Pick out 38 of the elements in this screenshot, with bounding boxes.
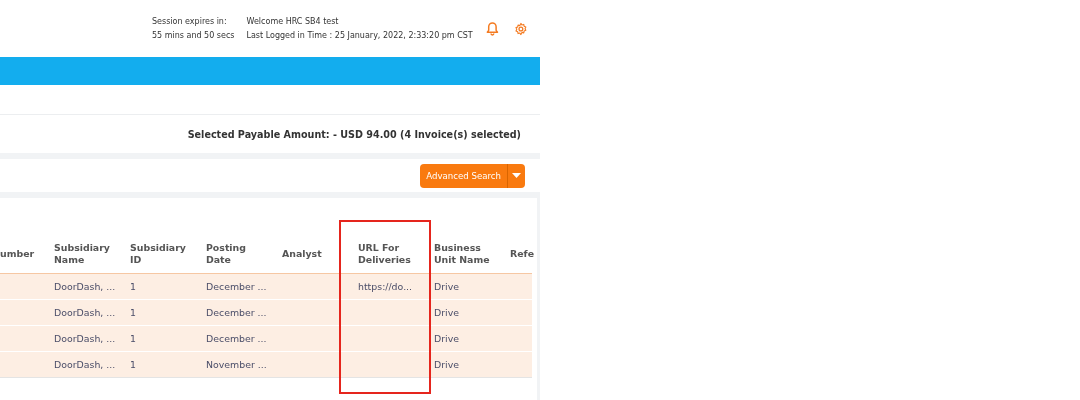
caret-icon <box>512 173 521 178</box>
business-unit-cell: Drive <box>434 307 459 318</box>
table-row[interactable]: DoorDash, ... 1 December ... Drive <box>0 326 532 352</box>
session-timer: 55 mins and 50 secs <box>152 31 235 40</box>
subsidiary-id-cell: 1 <box>130 333 136 344</box>
column-header[interactable]: Subsidiary ID <box>130 242 190 266</box>
column-header[interactable]: umber <box>0 248 50 260</box>
posting-date-cell: November ... <box>206 359 267 370</box>
column-header[interactable]: Analyst <box>282 248 342 260</box>
posting-date-cell: December ... <box>206 281 267 292</box>
business-unit-cell: Drive <box>434 281 459 292</box>
business-unit-cell: Drive <box>434 333 459 344</box>
subsidiary-name-cell: DoorDash, ... <box>54 281 116 292</box>
column-header[interactable]: Business Unit Name <box>434 242 494 266</box>
settings-icon[interactable] <box>514 21 528 36</box>
column-header[interactable]: URL For Deliveries <box>358 242 418 266</box>
subsidiary-id-cell: 1 <box>130 281 136 292</box>
column-header[interactable]: Refe <box>510 248 532 260</box>
dropdown-button[interactable] <box>508 163 525 188</box>
session-label: Session expires in: <box>152 17 228 26</box>
url-cell: https://do... <box>358 281 413 292</box>
table-row[interactable]: DoorDash, ... 1 December ... Drive <box>0 300 532 326</box>
column-header[interactable]: Posting Date <box>206 242 266 266</box>
last-login-text: Last Logged in Time : 25 January, 2022, 2:33:20 pm CST <box>246 31 474 40</box>
subsidiary-name-cell: DoorDash, ... <box>54 359 116 370</box>
bell-icon[interactable] <box>485 21 501 36</box>
payable-amount-summary: Selected Payable Amount: - USD 94.00 (4 Invoice(s) selected) <box>187 128 521 140</box>
table-row[interactable]: DoorDash, ... 1 December ... https://do... Drive <box>0 274 532 300</box>
posting-date-cell: December ... <box>206 333 267 344</box>
table-row[interactable]: DoorDash, ... 1 November ... Drive <box>0 352 532 378</box>
column-header[interactable]: Subsidiary Name <box>54 242 114 266</box>
subsidiary-name-cell: DoorDash, ... <box>54 333 116 344</box>
posting-date-cell: December ... <box>206 307 267 318</box>
business-unit-cell: Drive <box>434 359 459 370</box>
subsidiary-id-cell: 1 <box>130 359 136 370</box>
welcome-text: Welcome HRC SB4 test <box>246 17 340 26</box>
subsidiary-id-cell: 1 <box>130 307 136 318</box>
subsidiary-name-cell: DoorDash, ... <box>54 307 116 318</box>
